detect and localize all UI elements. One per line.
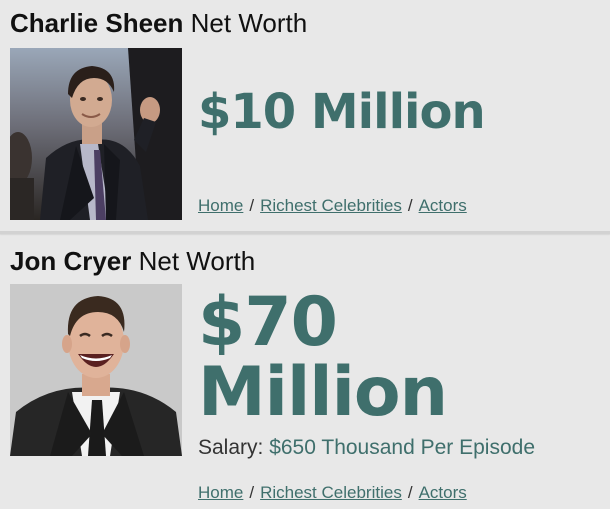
net-worth-unit: Million <box>198 353 448 432</box>
celebrity-photo <box>10 48 182 220</box>
breadcrumb: Home / Richest Celebrities / Actors <box>198 483 467 503</box>
salary-line: Salary: $650 Thousand Per Episode <box>198 436 535 460</box>
net-worth-amount: $70 <box>198 283 338 362</box>
celebrity-photo <box>10 284 182 456</box>
breadcrumb-actors-link[interactable]: Actors <box>419 483 467 502</box>
net-worth-value: $70 Million <box>198 288 558 428</box>
breadcrumb-separator: / <box>249 196 255 215</box>
title-suffix: Net Worth <box>138 246 256 276</box>
celebrity-card-charlie-sheen: Charlie Sheen Net Worth $10 Million Home… <box>0 0 610 232</box>
title-suffix: Net Worth <box>190 8 308 38</box>
breadcrumb: Home / Richest Celebrities / Actors <box>198 196 467 216</box>
salary-value: $650 Thousand Per Episode <box>269 436 536 459</box>
celebrity-name: Jon Cryer <box>10 246 132 276</box>
breadcrumb-separator: / <box>407 196 413 215</box>
celebrity-card-jon-cryer: Jon Cryer Net Worth $70 Million Salary: … <box>0 236 610 509</box>
net-worth-value: $10 Million <box>198 88 486 136</box>
card-divider <box>0 231 610 234</box>
breadcrumb-separator: / <box>249 483 255 502</box>
net-worth-amount: $10 Million <box>198 84 486 140</box>
breadcrumb-separator: / <box>407 483 413 502</box>
page-title: Jon Cryer Net Worth <box>10 248 255 274</box>
breadcrumb-home-link[interactable]: Home <box>198 196 243 215</box>
breadcrumb-home-link[interactable]: Home <box>198 483 243 502</box>
celebrity-name: Charlie Sheen <box>10 8 184 38</box>
breadcrumb-richest-celebrities-link[interactable]: Richest Celebrities <box>260 196 402 215</box>
breadcrumb-actors-link[interactable]: Actors <box>419 196 467 215</box>
page-title: Charlie Sheen Net Worth <box>10 10 307 36</box>
breadcrumb-richest-celebrities-link[interactable]: Richest Celebrities <box>260 483 402 502</box>
salary-label: Salary: <box>198 436 264 459</box>
